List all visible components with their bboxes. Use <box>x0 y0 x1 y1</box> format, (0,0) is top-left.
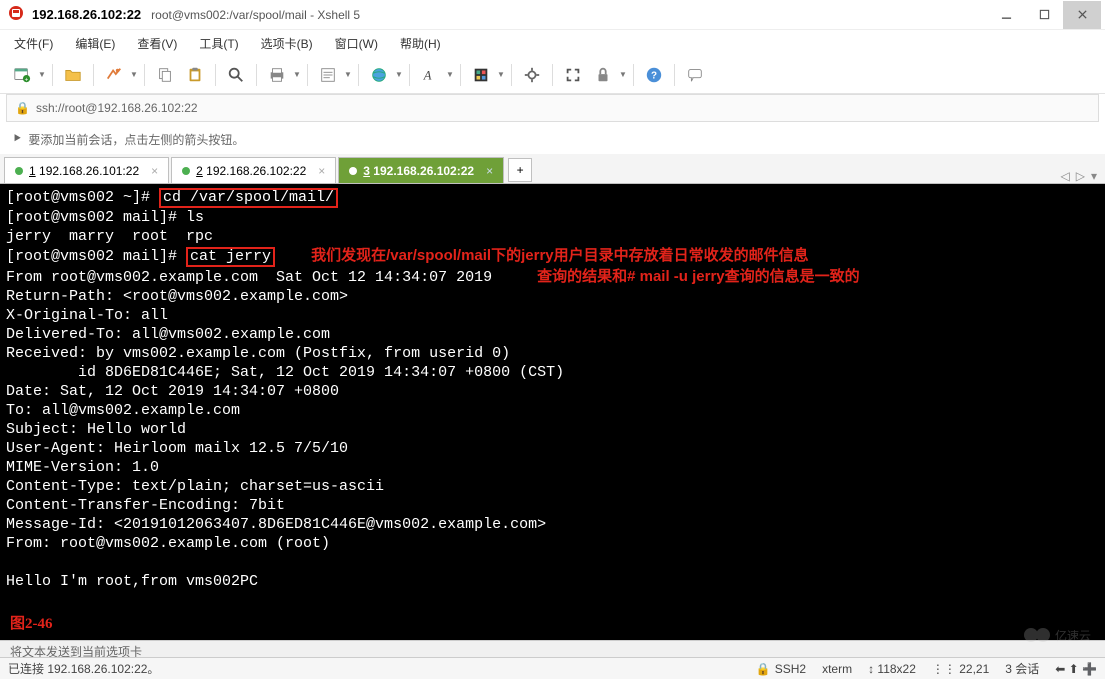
window-path: root@vms002:/var/spool/mail - Xshell 5 <box>151 8 360 22</box>
tab-next-icon[interactable]: ▷ <box>1076 169 1085 183</box>
menu-help[interactable]: 帮助(H) <box>396 32 445 55</box>
dropdown-icon[interactable]: ▼ <box>497 70 505 79</box>
status-nav-icons[interactable]: ⬅ ⬆ ➕ <box>1055 662 1097 676</box>
status-connection: 已连接 192.168.26.102:22。 <box>8 660 159 677</box>
dropdown-icon[interactable]: ▼ <box>38 70 46 79</box>
dropdown-icon[interactable]: ▼ <box>293 70 301 79</box>
dropdown-icon[interactable]: ▼ <box>344 70 352 79</box>
lock-small-icon: 🔒 <box>15 101 30 115</box>
svg-text:+: + <box>25 76 29 83</box>
tab-label: 3 192.168.26.102:22 <box>363 164 474 178</box>
dropdown-icon[interactable]: ▼ <box>395 70 403 79</box>
paste-icon[interactable] <box>181 61 209 89</box>
statusbar: 已连接 192.168.26.102:22。 🔒SSH2 xterm ↕ 118… <box>0 657 1105 679</box>
tab-label: 1 192.168.26.101:22 <box>29 164 139 178</box>
watermark-logo: 亿速云 <box>1021 620 1093 653</box>
hint-bar: ⯈ 要添加当前会话，点击左侧的箭头按钮。 <box>6 126 1099 152</box>
tab-prev-icon[interactable]: ◁ <box>1061 169 1070 183</box>
svg-text:?: ? <box>651 70 657 81</box>
tab-session-2[interactable]: 2 192.168.26.102:22 × <box>171 157 336 183</box>
menu-view[interactable]: 查看(V) <box>133 32 181 55</box>
menu-tools[interactable]: 工具(T) <box>195 32 242 55</box>
annotation-1: 我们发现在/var/spool/mail下的jerry用户目录中存放着日常收发的… <box>311 247 809 264</box>
help-icon[interactable]: ? <box>640 61 668 89</box>
properties-icon[interactable] <box>314 61 342 89</box>
terminal[interactable]: [root@vms002 ~]# cd /var/spool/mail/ [ro… <box>0 184 1105 640</box>
status-term-type: xterm <box>822 662 852 676</box>
highlight-cmd-cat: cat jerry <box>186 247 275 267</box>
window-host: 192.168.26.102:22 <box>32 7 141 22</box>
address-bar[interactable]: 🔒 ssh://root@192.168.26.102:22 <box>6 94 1099 122</box>
status-session-count: 3 会话 <box>1005 660 1039 677</box>
status-dot-icon <box>15 167 23 175</box>
close-tab-icon[interactable]: × <box>151 164 158 178</box>
tab-session-3[interactable]: 3 192.168.26.102:22 × <box>338 157 504 183</box>
print-icon[interactable] <box>263 61 291 89</box>
lock-icon[interactable] <box>589 61 617 89</box>
svg-text:亿速云: 亿速云 <box>1055 628 1091 643</box>
reconnect-icon[interactable] <box>100 61 128 89</box>
svg-text:A: A <box>423 68 432 82</box>
copy-icon[interactable] <box>151 61 179 89</box>
app-icon <box>8 5 24 24</box>
fullscreen-icon[interactable] <box>559 61 587 89</box>
highlight-cmd-cd: cd /var/spool/mail/ <box>159 188 338 208</box>
tab-nav: ◁ ▷ ▾ <box>1061 169 1105 183</box>
menu-edit[interactable]: 编辑(E) <box>71 32 119 55</box>
menu-tabs[interactable]: 选项卡(B) <box>257 32 317 55</box>
font-icon[interactable]: A <box>416 61 444 89</box>
dropdown-icon[interactable]: ▼ <box>619 70 627 79</box>
tab-session-1[interactable]: 1 192.168.26.101:22 × <box>4 157 169 183</box>
menu-file[interactable]: 文件(F) <box>10 32 57 55</box>
chat-icon[interactable] <box>681 61 709 89</box>
close-button[interactable] <box>1063 1 1101 29</box>
dropdown-icon[interactable]: ▼ <box>446 70 454 79</box>
new-session-icon[interactable]: + <box>8 61 36 89</box>
arrow-icon[interactable]: ⯈ <box>12 131 22 147</box>
tab-list-icon[interactable]: ▾ <box>1091 169 1097 183</box>
hint-text: 要添加当前会话，点击左侧的箭头按钮。 <box>28 131 244 148</box>
titlebar: 192.168.26.102:22 root@vms002:/var/spool… <box>0 0 1105 30</box>
status-dot-icon <box>349 167 357 175</box>
status-protocol: 🔒SSH2 <box>756 662 806 676</box>
close-tab-icon[interactable]: × <box>486 164 493 178</box>
color-scheme-icon[interactable] <box>467 61 495 89</box>
status-dot-icon <box>182 167 190 175</box>
lock-icon: 🔒 <box>756 662 771 676</box>
toolbar: + ▼ ▼ ▼ ▼ ▼ A ▼ ▼ ▼ ? <box>0 56 1105 94</box>
menu-window[interactable]: 窗口(W) <box>331 32 382 55</box>
tab-label: 2 192.168.26.102:22 <box>196 164 306 178</box>
status-cursor: ⋮⋮ 22,21 <box>932 662 989 676</box>
search-icon[interactable] <box>222 61 250 89</box>
status-size: ↕ 118x22 <box>868 662 916 676</box>
annotation-2: 查询的结果和# mail -u jerry查询的信息是一致的 <box>537 268 860 285</box>
minimize-button[interactable] <box>987 1 1025 29</box>
gear-icon[interactable] <box>518 61 546 89</box>
maximize-button[interactable] <box>1025 1 1063 29</box>
menubar: 文件(F) 编辑(E) 查看(V) 工具(T) 选项卡(B) 窗口(W) 帮助(… <box>0 30 1105 56</box>
close-tab-icon[interactable]: × <box>318 164 325 178</box>
add-tab-button[interactable]: + <box>508 158 532 182</box>
globe-icon[interactable] <box>365 61 393 89</box>
open-folder-icon[interactable] <box>59 61 87 89</box>
figure-label: 图2-46 <box>10 615 53 634</box>
dropdown-icon[interactable]: ▼ <box>130 70 138 79</box>
address-text: ssh://root@192.168.26.102:22 <box>36 101 198 115</box>
tab-strip: 1 192.168.26.101:22 × 2 192.168.26.102:2… <box>0 154 1105 184</box>
